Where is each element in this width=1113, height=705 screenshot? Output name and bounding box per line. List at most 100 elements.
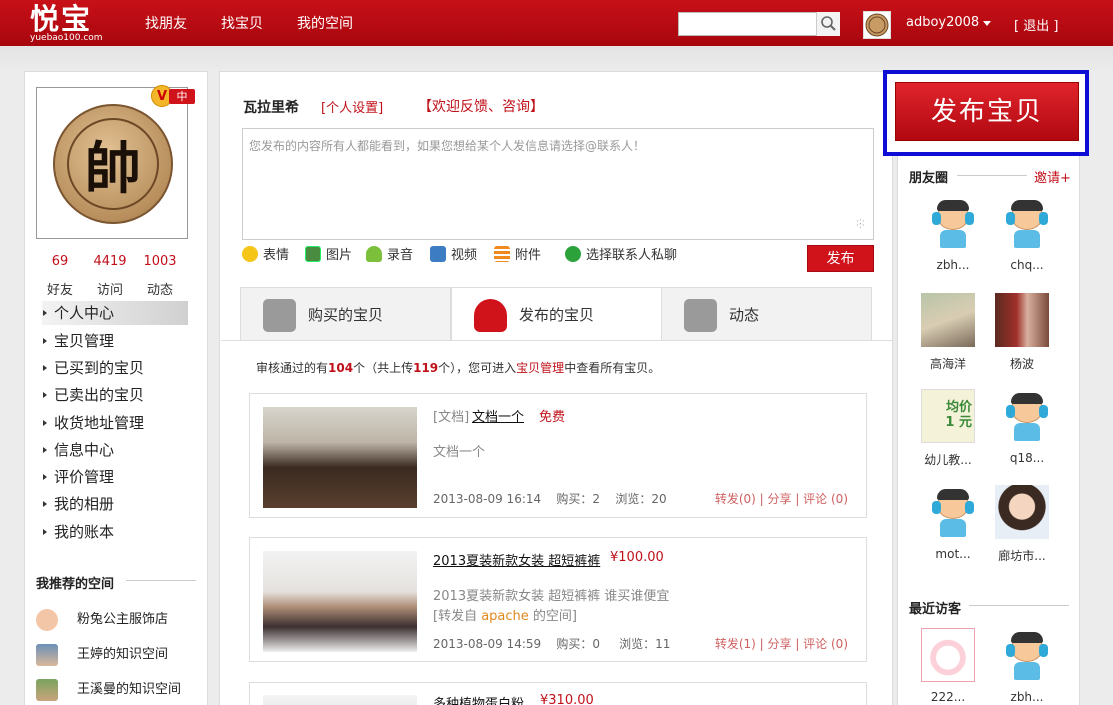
tab-label: 购买的宝贝 — [308, 306, 384, 324]
item-actions[interactable]: 转发(0) | 分享 | 评论 (0) — [715, 490, 848, 507]
visits-label[interactable]: 访问 — [90, 279, 130, 298]
recommended-space-item[interactable]: 粉兔公主服饰店 — [36, 607, 196, 633]
emoji-tool[interactable]: 表情 — [242, 246, 289, 266]
nav-find-treasure[interactable]: 找宝贝 — [221, 13, 263, 33]
logout-link[interactable]: [ 退出 ] — [1014, 15, 1058, 34]
sidebar-item-bought[interactable]: 已买到的宝贝 — [42, 356, 188, 380]
sidebar-item-messages[interactable]: 信息中心 — [42, 438, 188, 462]
friend-name: 高海洋 — [929, 357, 966, 371]
vip-badge[interactable]: V 中 — [151, 85, 197, 107]
user-avatar[interactable] — [863, 11, 891, 39]
activity-count[interactable]: 1003 — [140, 254, 180, 269]
cartoon-boy-icon — [1000, 196, 1054, 250]
visitor-item[interactable]: zbh... — [994, 628, 1054, 705]
audit-text: 中查看所有宝贝。 — [564, 361, 661, 375]
friend-photo — [995, 485, 1049, 539]
cartoon-boy-icon — [926, 485, 980, 539]
item-thumbnail[interactable] — [263, 407, 417, 508]
sidebar-item-sold[interactable]: 已卖出的宝贝 — [42, 383, 188, 407]
tab-divider — [221, 340, 893, 341]
publish-highlight-frame: 发布宝贝 — [883, 70, 1089, 156]
friend-item[interactable]: 廊坊市... — [989, 485, 1049, 571]
treasure-item: [文档] 文档一个 免费 文档一个 2013-08-09 16:14 购买：2 … — [249, 393, 867, 518]
visitor-item[interactable]: 222... — [915, 628, 975, 705]
username-label[interactable]: adboy2008 — [906, 15, 979, 30]
friend-item[interactable]: 均价 1 元 幼儿教... — [915, 389, 975, 475]
treasure-manage-link[interactable]: 宝贝管理 — [516, 361, 564, 375]
sidebar-item-album[interactable]: 我的相册 — [42, 492, 188, 516]
item-price: ¥310.00 — [540, 693, 594, 705]
sidebar-item-reviews[interactable]: 评价管理 — [42, 465, 188, 489]
friend-item[interactable]: chq... — [994, 196, 1054, 282]
item-meta: 2013-08-09 14:59 购买：0 浏览：11 — [433, 635, 670, 652]
feedback-link[interactable]: 【欢迎反馈、咨询】 — [418, 96, 544, 116]
item-views: 浏览：20 — [615, 492, 667, 506]
item-title[interactable]: 文档一个 — [472, 406, 524, 425]
audit-summary: 审核通过的有104个（共上传119个），您可进入宝贝管理中查看所有宝贝。 — [256, 359, 660, 376]
forward-prefix: [转发自 — [433, 609, 482, 624]
avatar-character: 帥 — [67, 118, 159, 210]
visits-count[interactable]: 4419 — [90, 254, 130, 269]
invite-link[interactable]: 邀请+ — [1034, 167, 1071, 186]
attachment-tool[interactable]: 附件 — [494, 246, 541, 266]
logo-text: 悦宝 — [30, 2, 93, 36]
forward-source-link[interactable]: apache — [481, 609, 529, 624]
friend-item[interactable]: q18... — [994, 389, 1054, 475]
post-textarea[interactable]: 您发布的内容所有人都能看到，如果您想给某个人发信息请选择@联系人！ — [242, 128, 874, 240]
personal-settings-link[interactable]: [个人设置] — [321, 97, 383, 116]
friends-circle-title: 朋友圈 — [909, 171, 949, 186]
recent-visitors-title: 最近访客 — [909, 602, 962, 617]
item-title[interactable]: 2013夏装新款女装 超短裤裤 — [433, 550, 600, 569]
item-title[interactable]: 多种植物蛋白粉 — [433, 693, 524, 705]
recommended-space-item[interactable]: 王婷的知识空间 — [36, 642, 196, 668]
friend-name: mot... — [935, 547, 971, 561]
friends-label[interactable]: 好友 — [40, 279, 80, 298]
divider — [969, 605, 1069, 606]
item-thumbnail[interactable] — [263, 551, 417, 652]
logo-domain: yuebao100.com — [30, 33, 103, 43]
bunny-avatar-icon — [921, 628, 975, 682]
nav-find-friends[interactable]: 找朋友 — [145, 13, 187, 33]
chevron-down-icon[interactable] — [983, 21, 991, 26]
space-owner-name: 瓦拉里希 — [243, 100, 299, 116]
friend-photo — [995, 293, 1049, 347]
item-thumbnail[interactable] — [263, 695, 417, 705]
recommended-space-name: 粉兔公主服饰店 — [77, 612, 169, 627]
friend-item[interactable]: mot... — [920, 485, 980, 571]
friend-item[interactable]: 高海洋 — [915, 293, 975, 379]
site-logo[interactable]: 悦宝 yuebao100.com — [30, 2, 110, 46]
private-chat-tool[interactable]: 选择联系人私聊 — [565, 246, 677, 266]
nav-my-space[interactable]: 我的空间 — [297, 13, 353, 33]
search-button[interactable] — [816, 12, 840, 36]
friend-name: 廊坊市... — [998, 549, 1046, 563]
image-tool[interactable]: 图片 — [305, 246, 352, 266]
sidebar-item-personal-center[interactable]: 个人中心 — [42, 301, 188, 325]
friend-photo — [921, 293, 975, 347]
video-tool[interactable]: 视频 — [430, 246, 477, 266]
activity-label[interactable]: 动态 — [140, 279, 180, 298]
publish-treasure-button[interactable]: 发布宝贝 — [895, 82, 1079, 141]
resize-grip-icon[interactable]: ·:· ·:· — [856, 218, 868, 232]
sidebar-item-account[interactable]: 我的账本 — [42, 520, 188, 544]
tab-activity[interactable]: 动态 — [661, 287, 872, 341]
at-sign-icon — [565, 246, 581, 262]
recommended-space-item[interactable]: 王溪曼的知识空间 — [36, 677, 196, 703]
divider — [957, 175, 1027, 176]
audit-text: 个），您可进入 — [438, 361, 517, 375]
friends-count[interactable]: 69 — [40, 254, 80, 269]
uploaded-count: 119 — [413, 361, 439, 375]
tab-published-treasure[interactable]: 发布的宝贝 — [451, 287, 662, 341]
sidebar-item-treasure-manage[interactable]: 宝贝管理 — [42, 329, 188, 353]
chess-piece-image: 帥 — [53, 104, 173, 224]
profile-avatar[interactable]: 帥 — [36, 87, 188, 239]
record-tool[interactable]: 录音 — [366, 246, 413, 266]
friend-item[interactable]: zbh... — [920, 196, 980, 282]
tab-bought-treasure[interactable]: 购买的宝贝 — [240, 287, 451, 341]
friend-item[interactable]: 杨波 — [989, 293, 1049, 379]
item-description: 文档一个 — [433, 445, 486, 460]
vip-level: 中 — [169, 89, 195, 104]
friend-name: chq... — [1010, 258, 1044, 272]
item-actions[interactable]: 转发(1) | 分享 | 评论 (0) — [715, 635, 848, 652]
post-submit-button[interactable]: 发布 — [807, 245, 874, 272]
sidebar-item-address[interactable]: 收货地址管理 — [42, 411, 188, 435]
